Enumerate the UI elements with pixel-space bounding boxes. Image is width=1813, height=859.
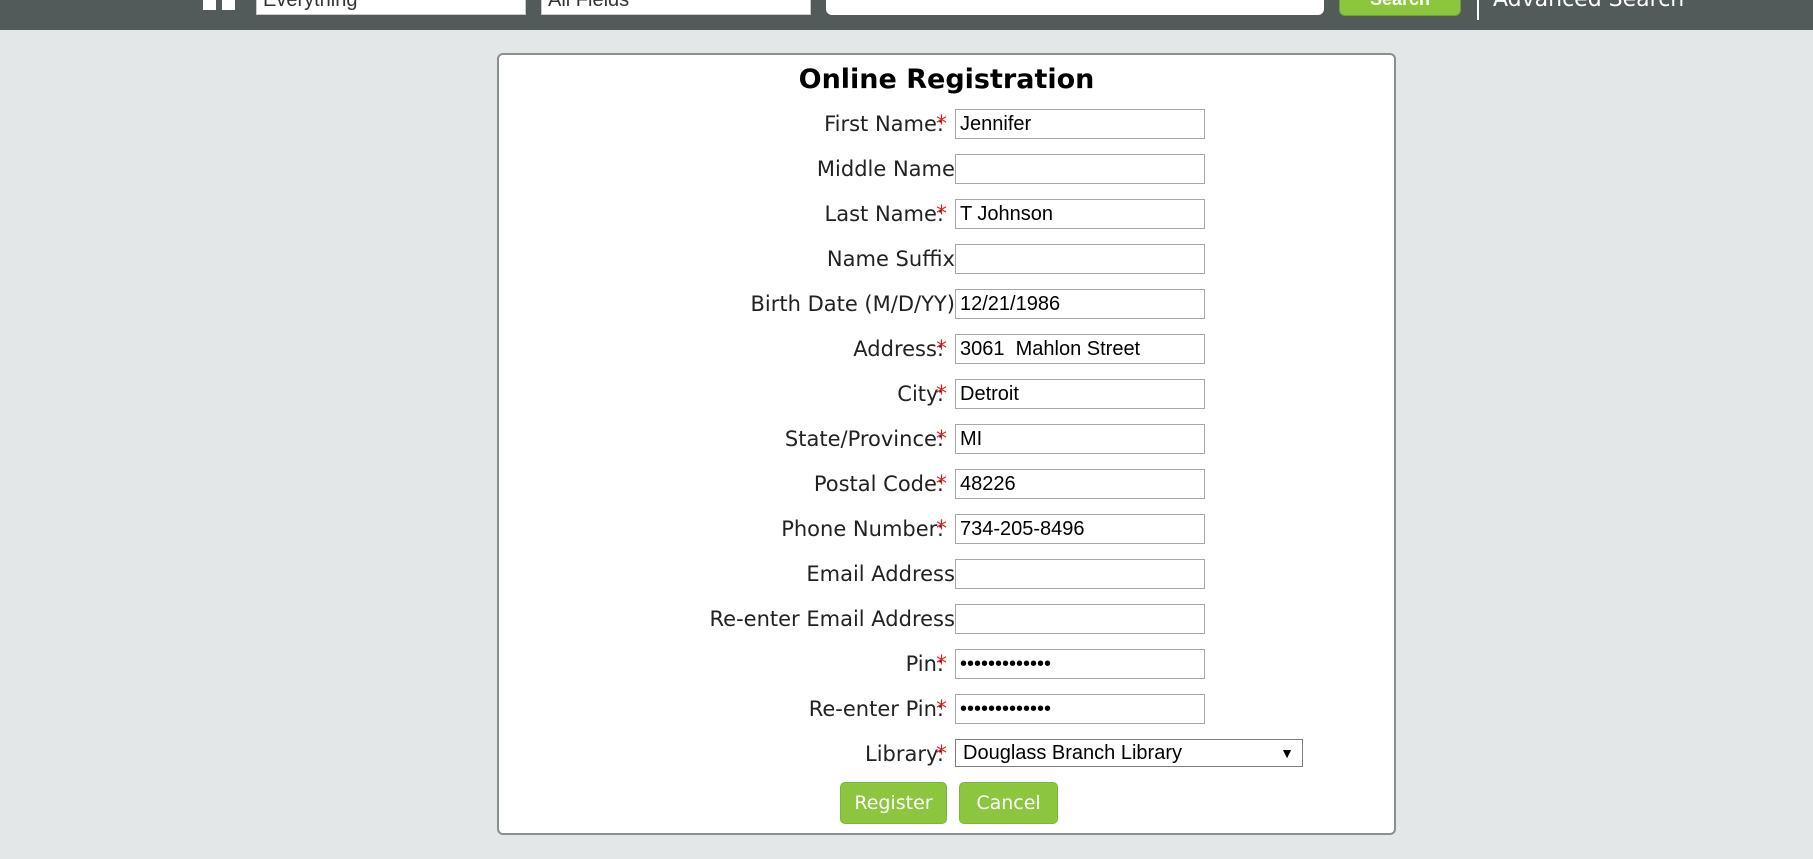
postal-code-input[interactable] <box>955 469 1205 499</box>
required-indicator: * <box>936 202 947 227</box>
postal-code-row: Postal Code: * <box>499 469 1394 509</box>
library-label: Library: <box>865 742 944 766</box>
register-button[interactable]: Register <box>840 782 947 824</box>
first-name-row: First Name: * <box>499 109 1394 149</box>
required-indicator: * <box>936 382 947 407</box>
phone-number-row: Phone Number: * <box>499 514 1394 554</box>
library-select[interactable]: Douglass Branch Library ▼ <box>955 739 1303 767</box>
search-input[interactable] <box>826 0 1324 15</box>
name-suffix-label: Name Suffix: <box>826 247 962 271</box>
name-suffix-input[interactable] <box>955 244 1205 274</box>
required-indicator: * <box>936 472 947 497</box>
last-name-input[interactable] <box>955 199 1205 229</box>
address-label: Address: <box>853 337 944 361</box>
state-province-label: State/Province: <box>784 427 944 451</box>
last-name-row: Last Name: * <box>499 199 1394 239</box>
middle-name-label: Middle Name: <box>816 157 962 181</box>
reenter-email-label: Re-enter Email Address: <box>709 607 962 631</box>
topbar-divider <box>1477 0 1479 20</box>
search-field-select[interactable]: All Fields <box>541 0 811 15</box>
library-select-value: Douglass Branch Library <box>963 742 1182 764</box>
email-input[interactable] <box>955 559 1205 589</box>
required-indicator: * <box>936 427 947 452</box>
first-name-input[interactable] <box>955 109 1205 139</box>
phone-number-input[interactable] <box>955 514 1205 544</box>
search-button[interactable]: Search <box>1339 0 1461 16</box>
advanced-search-link[interactable]: Advanced Search <box>1493 0 1684 14</box>
last-name-label: Last Name: <box>824 202 944 226</box>
email-row: Email Address: <box>499 559 1394 599</box>
birth-date-row: Birth Date (M/D/YY): <box>499 289 1394 329</box>
reenter-pin-input[interactable] <box>955 694 1205 724</box>
email-label: Email Address: <box>806 562 962 586</box>
required-indicator: * <box>936 112 947 137</box>
registration-panel: Online Registration First Name: * Middle… <box>497 53 1396 835</box>
name-suffix-row: Name Suffix: <box>499 244 1394 284</box>
state-province-row: State/Province: * <box>499 424 1394 464</box>
postal-code-label: Postal Code: <box>813 472 944 496</box>
reenter-pin-row: Re-enter Pin: * <box>499 694 1394 734</box>
top-bar: Everything All Fields Search Advanced Se… <box>0 0 1813 30</box>
logo-icon <box>203 0 235 10</box>
city-input[interactable] <box>955 379 1205 409</box>
reenter-email-row: Re-enter Email Address: <box>499 604 1394 644</box>
library-row: Library: * Douglass Branch Library ▼ <box>499 739 1394 779</box>
required-indicator: * <box>936 697 947 722</box>
required-indicator: * <box>936 337 947 362</box>
city-row: City: * <box>499 379 1394 419</box>
middle-name-input[interactable] <box>955 154 1205 184</box>
required-indicator: * <box>936 652 947 677</box>
birth-date-label: Birth Date (M/D/YY): <box>750 292 962 316</box>
page-title: Online Registration <box>798 64 1095 95</box>
pin-row: Pin: * <box>499 649 1394 689</box>
search-scope-select[interactable]: Everything <box>256 0 526 15</box>
pin-input[interactable] <box>955 649 1205 679</box>
phone-number-label: Phone Number: <box>781 517 944 541</box>
reenter-pin-label: Re-enter Pin: <box>808 697 944 721</box>
required-indicator: * <box>936 517 947 542</box>
address-row: Address: * <box>499 334 1394 374</box>
cancel-button[interactable]: Cancel <box>959 782 1058 824</box>
required-indicator: * <box>936 742 947 767</box>
first-name-label: First Name: <box>824 112 944 136</box>
dropdown-arrow-icon: ▼ <box>1280 745 1294 761</box>
state-province-input[interactable] <box>955 424 1205 454</box>
birth-date-input[interactable] <box>955 289 1205 319</box>
address-input[interactable] <box>955 334 1205 364</box>
reenter-email-input[interactable] <box>955 604 1205 634</box>
middle-name-row: Middle Name: <box>499 154 1394 194</box>
